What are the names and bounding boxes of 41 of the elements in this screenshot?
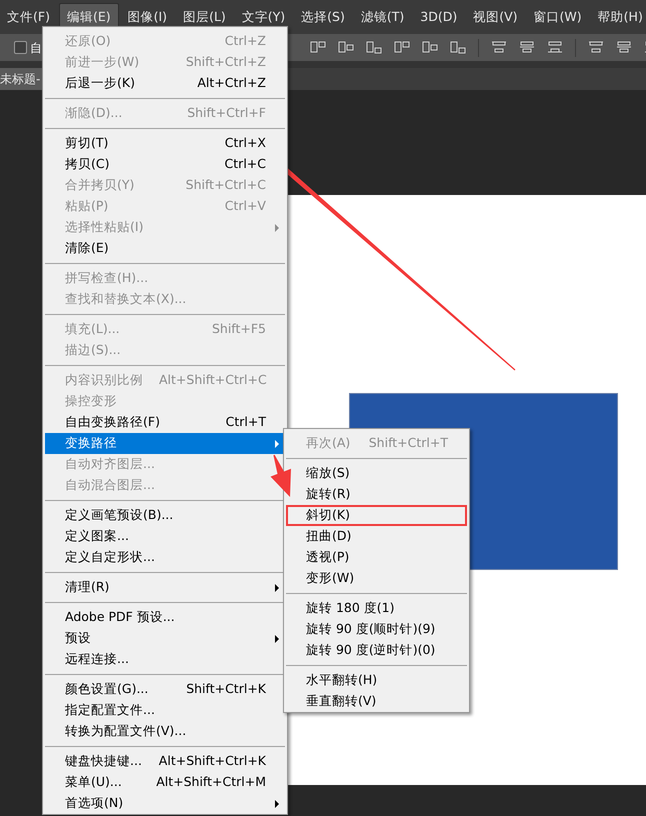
document-tab[interactable]: 未标题- xyxy=(0,68,44,90)
menu-item[interactable]: 清理(R) xyxy=(45,577,285,598)
menu-bar-item[interactable]: 滤镜(T) xyxy=(354,4,412,30)
menu-item[interactable]: 远程连接... xyxy=(45,649,285,670)
menu-item[interactable]: 水平翻转(H) xyxy=(286,670,467,691)
menu-item[interactable]: 首选项(N) xyxy=(45,793,285,814)
menu-item[interactable]: 键盘快捷键... Alt+Shift+Ctrl+K xyxy=(45,751,285,772)
menu-item[interactable]: 斜切(K) xyxy=(286,505,467,526)
menu-item[interactable]: 透视(P) xyxy=(286,547,467,568)
menu-item[interactable]: 旋转 180 度(1) xyxy=(286,598,467,619)
menu-item[interactable]: 清除(E) xyxy=(45,238,285,259)
menu-item[interactable]: 定义画笔预设(B)... xyxy=(45,505,285,526)
menu-item[interactable]: 定义图案... xyxy=(45,526,285,547)
menu-bar-item[interactable]: 文件(F) xyxy=(0,4,57,30)
menu-bar-item[interactable]: 图层(L) xyxy=(176,4,233,30)
menu-item[interactable]: 变形(W) xyxy=(286,568,467,589)
menu-item[interactable]: 指定配置文件... xyxy=(45,700,285,721)
menu-item[interactable]: 剪切(T) Ctrl+X xyxy=(45,133,285,154)
menu-item[interactable]: 后退一步(K) Alt+Ctrl+Z xyxy=(45,73,285,94)
menu-item[interactable]: 旋转 90 度(顺时针)(9) xyxy=(286,619,467,640)
menu-bar-item[interactable]: 3D(D) xyxy=(413,4,464,30)
menu-item[interactable]: 颜色设置(G)... Shift+Ctrl+K xyxy=(45,679,285,700)
menu-bar-item[interactable]: 窗口(W) xyxy=(526,4,589,30)
menu-item[interactable]: 变换路径 xyxy=(45,433,285,454)
menu-item[interactable]: Adobe PDF 预设... xyxy=(45,607,285,628)
menu-bar-item[interactable]: 视图(V) xyxy=(466,4,525,30)
menu-item[interactable]: 扭曲(D) xyxy=(286,526,467,547)
menu-bar-item[interactable]: 帮助(H) xyxy=(590,4,646,30)
menu-item[interactable]: 旋转(R) xyxy=(286,484,467,505)
menu-bar-item[interactable]: 文字(Y) xyxy=(234,4,292,30)
menu-item[interactable]: 拷贝(C) Ctrl+C xyxy=(45,154,285,175)
menu-item[interactable]: 菜单(U)... Alt+Shift+Ctrl+M xyxy=(45,772,285,793)
menu-bar-item[interactable]: 图像(I) xyxy=(120,4,174,30)
menu-item[interactable]: 自由变换路径(F) Ctrl+T xyxy=(45,412,285,433)
menu-item[interactable]: 垂直翻转(V) xyxy=(286,691,467,712)
menu-item[interactable]: 预设 xyxy=(45,628,285,649)
menu-item[interactable]: 定义自定形状... xyxy=(45,547,285,568)
checkbox-label: 自 xyxy=(30,40,42,56)
menu-item[interactable]: 旋转 90 度(逆时针)(0) xyxy=(286,640,467,661)
menu-bar-item[interactable]: 选择(S) xyxy=(294,4,352,30)
menu-item[interactable]: 转换为配置文件(V)... xyxy=(45,721,285,742)
